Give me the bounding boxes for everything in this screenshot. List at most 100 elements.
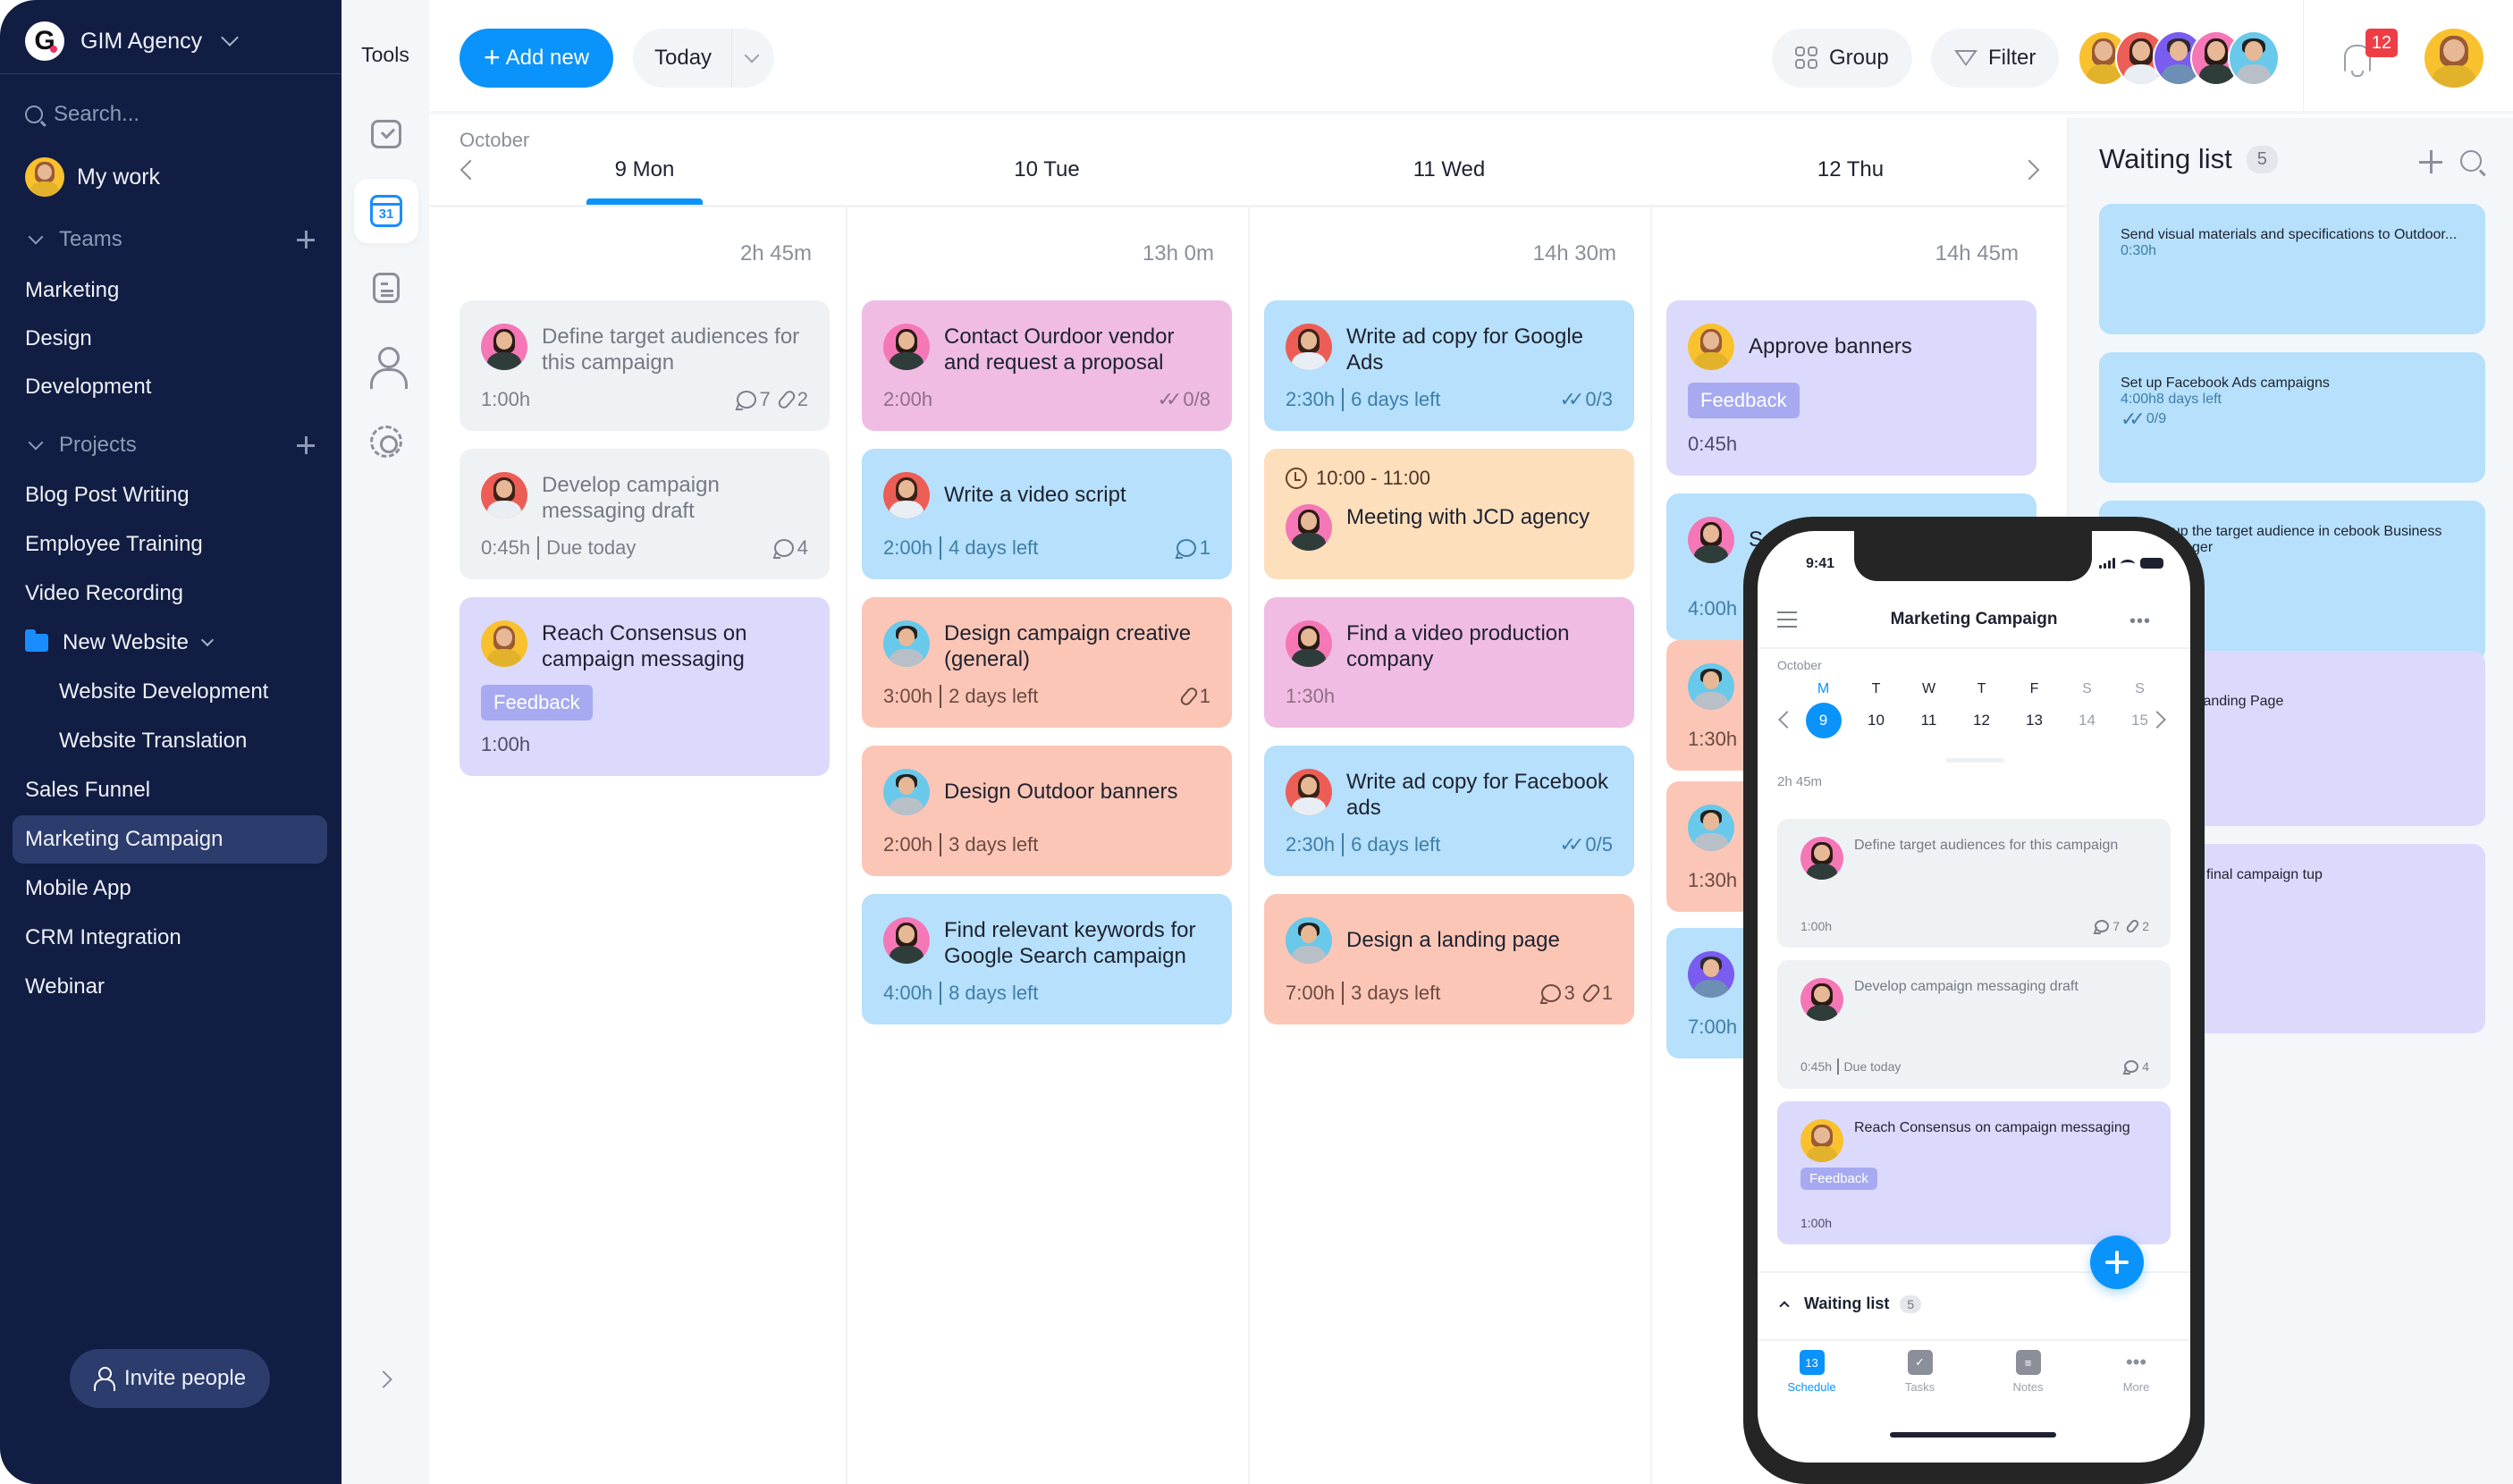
sidebar-item-my-work[interactable]: My work — [25, 157, 160, 197]
phone-tab-schedule[interactable]: 13 Schedule — [1767, 1350, 1857, 1394]
sidebar-item-marketing-campaign[interactable]: Marketing Campaign — [13, 815, 327, 864]
task-due: 8 days left — [949, 982, 1039, 1004]
week-day[interactable]: S 14 — [2061, 681, 2113, 738]
task-card[interactable]: 10:00 - 11:00 Meeting with JCD agency — [1264, 449, 1634, 579]
add-team-icon[interactable] — [297, 231, 315, 249]
task-due: 2 days left — [949, 685, 1039, 707]
tool-settings[interactable] — [354, 409, 418, 474]
task-card[interactable]: Define target audiences for this campaig… — [460, 300, 830, 431]
task-card[interactable]: Contact Ourdoor vendor and request a pro… — [862, 300, 1232, 431]
sidebar-item-blog-post-writing[interactable]: Blog Post Writing — [13, 471, 327, 519]
phone-task-card[interactable]: Reach Consensus on campaign messaging Fee… — [1777, 1101, 2171, 1244]
sidebar-item-label: Marketing — [25, 278, 120, 302]
task-duration: 0:45h — [481, 536, 531, 559]
tool-people[interactable] — [354, 333, 418, 397]
user-avatar[interactable] — [2424, 29, 2483, 88]
card-header: Write ad copy for Facebook ads — [1286, 769, 1613, 821]
add-new-button[interactable]: + Add new — [460, 29, 613, 88]
filter-button[interactable]: Filter — [1931, 29, 2060, 88]
task-title: Design Outdoor banners — [944, 780, 1178, 804]
search-icon[interactable] — [2460, 150, 2482, 172]
task-card[interactable]: Write ad copy for Facebook ads 2:30h 6 day… — [1264, 746, 1634, 876]
phone-tab-more[interactable]: ••• More — [2092, 1350, 2181, 1394]
column-divider — [1650, 207, 1652, 1484]
workspace-switcher[interactable]: G GIM Agency — [25, 20, 240, 63]
avatar — [1286, 504, 1332, 551]
add-fab-button[interactable] — [2090, 1235, 2144, 1289]
phone-tab-tasks[interactable]: ✓ Tasks — [1876, 1350, 1965, 1394]
next-week-icon[interactable] — [2019, 159, 2040, 181]
tool-notes[interactable] — [354, 256, 418, 320]
tool-tasks[interactable] — [354, 102, 418, 166]
sidebar-search[interactable]: Search... — [25, 102, 139, 127]
task-meta-left: 1:00h — [1800, 1216, 1832, 1230]
previous-week-icon[interactable] — [1778, 711, 1796, 729]
sidebar-item-employee-training[interactable]: Employee Training — [13, 520, 327, 569]
group-button[interactable]: Group — [1772, 29, 1912, 88]
task-meta: 0:30h — [2121, 243, 2464, 259]
week-day[interactable]: M9 — [1797, 681, 1850, 738]
sidebar-item-website-development[interactable]: Website Development — [13, 668, 327, 716]
chevron-down-icon[interactable] — [744, 47, 760, 63]
sidebar-item-new-website[interactable]: New Website — [13, 619, 327, 667]
team-avatars[interactable] — [2078, 30, 2280, 86]
week-day[interactable]: W 11 — [1902, 681, 1955, 738]
day-tab[interactable]: 12 Thu — [1716, 157, 1985, 182]
chevron-down-icon[interactable] — [200, 633, 215, 647]
card-header: Design Outdoor banners — [883, 769, 1210, 815]
waiting-list-card[interactable]: Set up Facebook Ads campaigns 4:00h8 days… — [2099, 352, 2485, 483]
day-tab[interactable]: 10 Tue — [913, 157, 1181, 182]
week-day[interactable]: T 12 — [1955, 681, 2008, 738]
gear-icon — [370, 426, 402, 458]
sidebar-item-marketing[interactable]: Marketing — [13, 266, 327, 315]
phone-task-card[interactable]: Develop campaign messaging draft 0:45h Due… — [1777, 960, 2171, 1089]
task-card[interactable]: Write a video script 2:00h 4 days left 1 — [862, 449, 1232, 579]
week-day[interactable]: S 15 — [2113, 681, 2166, 738]
task-card[interactable]: Develop campaign messaging draft 0:45h Due… — [460, 449, 830, 579]
phone-tab-notes[interactable]: ≡ Notes — [1984, 1350, 2073, 1394]
phone-task-card[interactable]: Define target audiences for this campaig… — [1777, 819, 2171, 948]
teams-section-header[interactable]: Teams — [25, 227, 315, 252]
sidebar-item-video-recording[interactable]: Video Recording — [13, 569, 327, 618]
previous-week-icon[interactable] — [460, 159, 481, 181]
team-member-avatar[interactable] — [2228, 30, 2280, 86]
tool-schedule[interactable]: 31 — [354, 179, 418, 243]
task-card[interactable]: Reach Consensus on campaign messaging Fee… — [460, 597, 830, 776]
avatar — [1286, 620, 1332, 667]
task-card[interactable]: Find a video production company 1:30h — [1264, 597, 1634, 728]
week-day[interactable]: F 13 — [2008, 681, 2061, 738]
sidebar-item-website-translation[interactable]: Website Translation — [13, 717, 327, 765]
sidebar-item-webinar[interactable]: Webinar — [13, 963, 327, 1011]
more-icon[interactable]: ••• — [2129, 611, 2151, 632]
chevron-down-icon — [28, 229, 44, 245]
card-header: Meeting with JCD agency — [1286, 504, 1613, 551]
task-card[interactable]: Write ad copy for Google Ads 2:30h 6 days … — [1264, 300, 1634, 431]
day-tab[interactable]: 11 Wed — [1315, 157, 1583, 182]
sidebar-item-label: Webinar — [25, 974, 105, 999]
task-card[interactable]: Approve banners Feedback 0:45h — [1666, 300, 2037, 476]
sidebar-item-design[interactable]: Design — [13, 315, 327, 363]
task-card[interactable]: Find relevant keywords for Google Search… — [862, 894, 1232, 1024]
sidebar-item-sales-funnel[interactable]: Sales Funnel — [13, 766, 327, 814]
drag-handle[interactable] — [1945, 758, 2004, 763]
sidebar-item-label: CRM Integration — [25, 925, 181, 949]
task-title: Contact Ourdoor vendor and request a pro… — [944, 325, 1175, 375]
today-label[interactable]: Today — [633, 46, 731, 71]
sidebar-item-development[interactable]: Development — [13, 363, 327, 411]
task-card[interactable]: Design Outdoor banners 2:00h 3 days left — [862, 746, 1232, 876]
waiting-list-card[interactable]: Send visual materials and specifications… — [2099, 204, 2485, 334]
task-duration: 7:00h — [1286, 982, 1336, 1004]
add-icon[interactable] — [2419, 150, 2442, 173]
invite-people-button[interactable]: Invite people — [70, 1349, 270, 1408]
task-card[interactable]: Design campaign creative (general) 3:00h 2… — [862, 597, 1232, 728]
teams-label: Teams — [59, 227, 122, 251]
expand-chevron-icon[interactable] — [375, 1370, 392, 1388]
add-project-icon[interactable] — [297, 436, 315, 454]
sidebar-item-crm-integration[interactable]: CRM Integration — [13, 914, 327, 962]
day-tab[interactable]: 9 Mon — [510, 157, 779, 182]
sidebar-item-mobile-app[interactable]: Mobile App — [13, 864, 327, 913]
week-day[interactable]: T 10 — [1850, 681, 1902, 738]
today-dropdown[interactable]: Today — [633, 29, 774, 88]
task-card[interactable]: Design a landing page 7:00h 3 days left 3 1 — [1264, 894, 1634, 1024]
projects-section-header[interactable]: Projects — [25, 433, 315, 458]
